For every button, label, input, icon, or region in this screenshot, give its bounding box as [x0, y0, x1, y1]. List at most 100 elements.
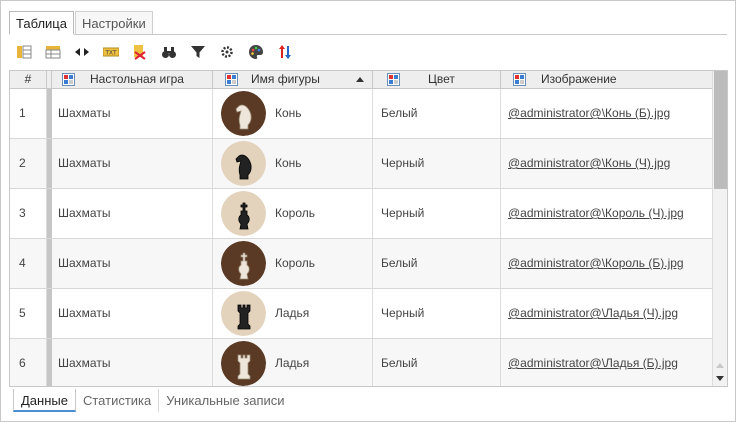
figure-name: Король [275, 206, 316, 220]
figure-cell: Конь [213, 139, 373, 188]
search-button[interactable] [158, 41, 180, 63]
excel-export-button[interactable] [129, 41, 151, 63]
color-cell: Белый [373, 89, 501, 138]
board-game-cell: Шахматы [52, 189, 213, 238]
color-cell: Белый [373, 239, 501, 288]
tab-unique-records[interactable]: Уникальные записи [159, 389, 291, 412]
figure-cell: Ладья [213, 339, 373, 386]
row-number: 3 [10, 189, 47, 238]
chess-piece-thumbnail [221, 141, 266, 186]
chess-piece-thumbnail [221, 91, 266, 136]
image-cell: @administrator@\Король (Ч).jpg [501, 189, 713, 238]
scrollbar-thumb[interactable] [714, 71, 727, 189]
tab-data[interactable]: Данные [13, 389, 76, 412]
board-game-cell: Шахматы [52, 239, 213, 288]
chess-piece-thumbnail [221, 241, 266, 286]
column-type-icon [62, 73, 75, 86]
row-number: 5 [10, 289, 47, 338]
expand-columns-button[interactable] [71, 41, 93, 63]
column-type-icon [387, 73, 400, 86]
column-header-color[interactable]: Цвет [373, 71, 501, 89]
color-cell: Черный [373, 289, 501, 338]
color-cell: Черный [373, 139, 501, 188]
row-number: 2 [10, 139, 47, 188]
image-link[interactable]: @administrator@\Конь (Ч).jpg [508, 156, 670, 170]
table-row[interactable]: 6 Шахматы Ладья Белый @administrator@\Ладья … [10, 339, 713, 386]
image-link[interactable]: @administrator@\Король (Ч).jpg [508, 206, 684, 220]
image-link[interactable]: @administrator@\Король (Б).jpg [508, 256, 684, 270]
chess-piece-thumbnail [221, 291, 266, 336]
settings-button[interactable] [216, 41, 238, 63]
column-header-figure[interactable]: Имя фигуры [213, 71, 373, 89]
filter-icon [191, 46, 205, 58]
tab-statistics[interactable]: Статистика [76, 389, 160, 412]
sort-icon [279, 45, 291, 59]
image-cell: @administrator@\Конь (Б).jpg [501, 89, 713, 138]
image-link[interactable]: @administrator@\Ладья (Б).jpg [508, 356, 678, 370]
table-row[interactable]: 3 Шахматы Король Черный @administrator@\Коро… [10, 189, 713, 239]
binoculars-icon [162, 47, 176, 58]
table-options-icon [45, 46, 61, 59]
table-row[interactable]: 4 Шахматы Король Белый @administrator@\Корол… [10, 239, 713, 289]
column-header-label: Цвет [428, 72, 455, 86]
table-window: Таблица Настройки TXT # Настольная игра … [0, 0, 736, 422]
grid-header: # Настольная игра Имя фигуры Цвет Изобра… [10, 71, 713, 89]
board-game-cell: Шахматы [52, 339, 213, 386]
table-options-button[interactable] [42, 41, 64, 63]
image-cell: @administrator@\Король (Б).jpg [501, 239, 713, 288]
figure-name: Конь [275, 156, 302, 170]
column-type-icon [225, 73, 238, 86]
column-header-number[interactable]: # [10, 71, 47, 89]
grid-body: 1 Шахматы Конь Белый @administrator@\Конь (Б… [10, 89, 713, 386]
data-grid: # Настольная игра Имя фигуры Цвет Изобра… [9, 70, 728, 387]
excel-export-icon [134, 45, 146, 60]
filter-button[interactable] [187, 41, 209, 63]
tab-table[interactable]: Таблица [9, 11, 74, 35]
vertical-scrollbar[interactable] [712, 71, 727, 386]
figure-name: Ладья [275, 356, 310, 370]
text-export-button[interactable]: TXT [100, 41, 122, 63]
svg-text:TXT: TXT [105, 51, 117, 57]
figure-name: Ладья [275, 306, 310, 320]
column-header-label: # [24, 72, 32, 86]
scroll-down-arrow[interactable] [716, 376, 724, 381]
text-export-icon: TXT [103, 47, 119, 57]
top-tab-strip: Таблица Настройки [9, 11, 154, 35]
scroll-up-arrow[interactable] [716, 363, 724, 368]
palette-icon [249, 45, 263, 59]
table-row[interactable]: 1 Шахматы Конь Белый @administrator@\Конь (Б… [10, 89, 713, 139]
figure-cell: Король [213, 239, 373, 288]
sort-ascending-icon [356, 77, 364, 82]
figure-name: Конь [275, 106, 302, 120]
tab-divider [9, 34, 727, 35]
column-header-label: Настольная игра [90, 72, 184, 86]
row-number: 1 [10, 89, 47, 138]
figure-name: Король [275, 256, 316, 270]
figure-cell: Конь [213, 89, 373, 138]
column-header-image[interactable]: Изображение [501, 71, 713, 89]
row-number: 4 [10, 239, 47, 288]
column-header-game[interactable]: Настольная игра [52, 71, 213, 89]
image-link[interactable]: @administrator@\Ладья (Ч).jpg [508, 306, 678, 320]
gear-icon [221, 46, 233, 58]
image-cell: @administrator@\Конь (Ч).jpg [501, 139, 713, 188]
columns-button[interactable] [13, 41, 35, 63]
bottom-tab-strip: Данные Статистика Уникальные записи [13, 389, 292, 413]
table-row[interactable]: 2 Шахматы Конь Черный @administrator@\Конь (… [10, 139, 713, 189]
sort-button[interactable] [274, 41, 296, 63]
palette-button[interactable] [245, 41, 267, 63]
color-cell: Белый [373, 339, 501, 386]
chess-piece-thumbnail [221, 341, 266, 386]
toolbar: TXT [13, 41, 303, 63]
board-game-cell: Шахматы [52, 89, 213, 138]
chess-piece-thumbnail [221, 191, 266, 236]
board-game-cell: Шахматы [52, 289, 213, 338]
figure-cell: Король [213, 189, 373, 238]
expand-columns-icon [75, 48, 89, 56]
image-link[interactable]: @administrator@\Конь (Б).jpg [508, 106, 670, 120]
tab-settings[interactable]: Настройки [74, 11, 153, 35]
image-cell: @administrator@\Ладья (Б).jpg [501, 339, 713, 386]
table-row[interactable]: 5 Шахматы Ладья Черный @administrator@\Ладья… [10, 289, 713, 339]
column-header-label: Имя фигуры [251, 72, 320, 86]
row-number: 6 [10, 339, 47, 386]
